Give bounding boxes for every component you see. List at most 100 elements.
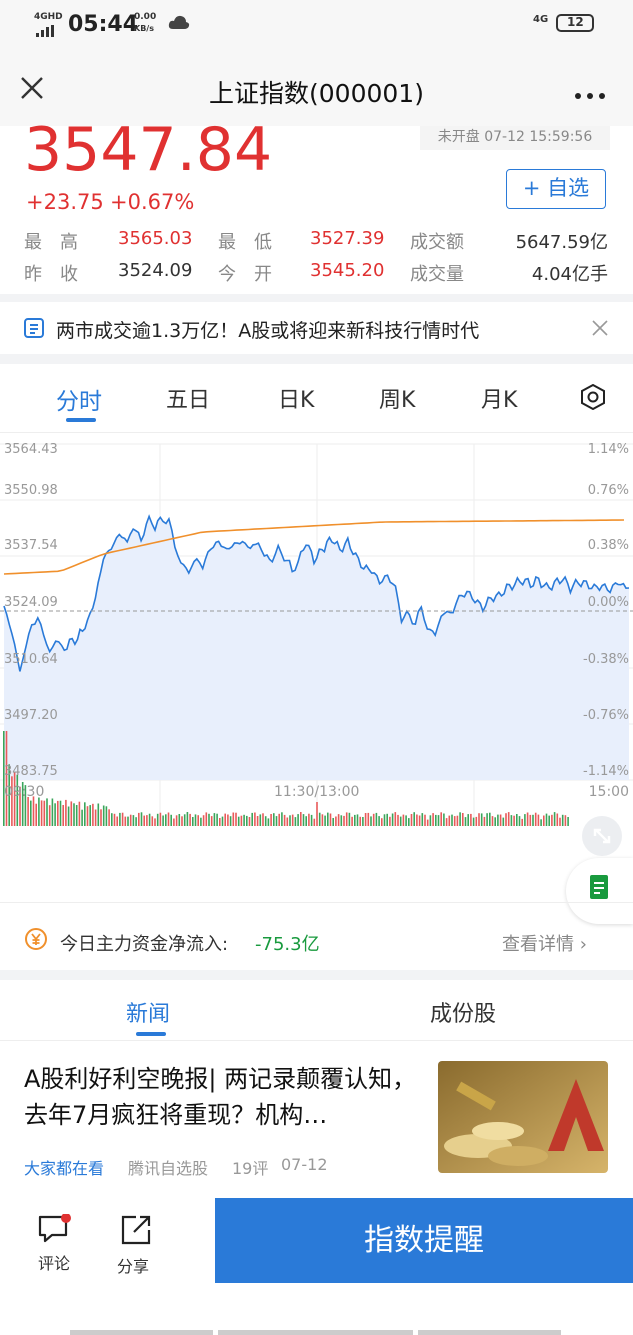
- volume-bar: [491, 816, 494, 826]
- y-tick-left: 3510.64: [4, 652, 58, 667]
- volume-bar: [375, 812, 378, 826]
- add-watchlist-button[interactable]: + 自选: [506, 169, 606, 209]
- volume-bar: [381, 818, 383, 826]
- stat-label-open: 今 开: [218, 264, 272, 285]
- volume-bar: [564, 815, 567, 826]
- volume-bar: [302, 814, 305, 826]
- share-icon[interactable]: [120, 1214, 152, 1250]
- volume-bar: [16, 774, 19, 826]
- volume-bar: [43, 800, 46, 826]
- tab-constituents[interactable]: 成份股: [430, 996, 496, 1028]
- volume-bar: [51, 798, 54, 826]
- tab-news[interactable]: 新闻: [126, 996, 170, 1028]
- volume-bar: [435, 814, 437, 826]
- volume-bar: [399, 816, 402, 826]
- close-icon[interactable]: [592, 320, 608, 340]
- volume-bar: [516, 814, 518, 826]
- stat-value-low: 3527.39: [310, 228, 385, 249]
- volume-bar: [151, 816, 154, 826]
- fullscreen-icon[interactable]: [582, 816, 622, 856]
- volume-bar: [224, 813, 226, 826]
- volume-bar: [383, 814, 386, 826]
- volume-bar: [84, 802, 86, 826]
- scroll-indicator: [418, 1330, 561, 1335]
- volume-bar: [497, 814, 499, 826]
- x-tick: 11:30/13:00: [274, 784, 360, 800]
- volume-bar: [138, 812, 140, 826]
- news-ticker[interactable]: 两市成交逾1.3万亿！A股或将迎来新科技行情时代: [0, 302, 633, 354]
- volume-bar: [408, 818, 410, 826]
- volume-bar: [273, 813, 275, 826]
- index-alert-button[interactable]: 指数提醒: [215, 1198, 633, 1283]
- volume-bar: [475, 816, 478, 826]
- volume-bar: [548, 815, 550, 826]
- side-panel-tab[interactable]: [566, 858, 633, 924]
- chart-panel: 分时 五日 日K 周K 月K 3564.43 3550.98 3537.54 3…: [0, 364, 633, 970]
- y-tick-right: 0.00%: [587, 595, 629, 610]
- fund-flow-detail-link[interactable]: 查看详情 ›: [502, 930, 587, 956]
- more-icon[interactable]: [574, 85, 606, 104]
- volume-bar: [102, 805, 105, 826]
- volume-bar: [510, 815, 513, 826]
- volume-bar: [132, 815, 135, 826]
- volume-bar: [254, 812, 256, 826]
- volume-bar: [359, 816, 361, 826]
- money-icon: [24, 927, 48, 955]
- volume-bar: [111, 813, 113, 826]
- y-tick-right: 0.38%: [587, 538, 629, 553]
- volume-bar: [200, 817, 202, 826]
- volume-bar: [513, 815, 515, 826]
- volume-bar: [313, 818, 316, 826]
- volume-bar: [332, 818, 334, 826]
- volume-bar: [32, 796, 35, 826]
- volume-bar: [445, 818, 448, 826]
- volume-bar: [540, 819, 542, 826]
- y-tick-right: -0.76%: [583, 708, 629, 723]
- volume-bar: [489, 812, 491, 826]
- volume-bar: [432, 813, 434, 826]
- volume-bar: [440, 812, 442, 826]
- volume-bar: [119, 812, 121, 826]
- volume-bar: [108, 809, 110, 826]
- volume-bar: [259, 814, 262, 826]
- volume-bar: [116, 816, 118, 826]
- volume-bar: [229, 816, 232, 826]
- volume-bar: [337, 814, 340, 826]
- volume-bar: [426, 819, 429, 826]
- volume-bar: [210, 816, 213, 826]
- volume-bar: [186, 812, 189, 826]
- volume-bar: [140, 812, 143, 826]
- volume-bar: [262, 813, 264, 826]
- volume-bar: [291, 814, 294, 826]
- volume-bar: [170, 814, 172, 826]
- news-item[interactable]: A股利好利空晚报| 两记录颠覆认知，去年7月疯狂将重现？机构… 大家都在看 腾讯…: [0, 1041, 633, 1198]
- volume-bar: [345, 812, 348, 826]
- volume-bar: [567, 817, 569, 826]
- volume-bar: [429, 815, 432, 826]
- fund-flow-value: -75.3亿: [255, 934, 320, 955]
- share-label[interactable]: 分享: [117, 1253, 149, 1277]
- volume-bar: [405, 815, 407, 826]
- y-tick-left: 3524.09: [4, 595, 58, 610]
- volume-bar: [264, 816, 267, 826]
- volume-bar: [483, 816, 486, 826]
- volume-bar: [318, 812, 321, 826]
- volume-bar: [300, 812, 302, 826]
- comment-icon[interactable]: [38, 1213, 72, 1250]
- volume-bar: [270, 814, 272, 826]
- stat-value-turnover: 5647.59亿: [515, 232, 608, 253]
- comment-label[interactable]: 评论: [38, 1250, 70, 1274]
- volume-bar: [437, 815, 440, 826]
- volume-bar: [335, 816, 337, 826]
- volume-bar: [194, 814, 197, 826]
- news-thumbnail: [438, 1061, 608, 1173]
- volume-bar: [86, 806, 89, 826]
- volume-bar: [499, 814, 502, 826]
- intraday-chart[interactable]: [0, 364, 633, 970]
- volume-bar: [340, 815, 343, 826]
- volume-bar: [310, 814, 313, 826]
- volume-bar: [237, 816, 240, 826]
- volume-bar: [502, 817, 505, 826]
- volume-bar: [521, 818, 523, 826]
- volume-bar: [100, 809, 102, 826]
